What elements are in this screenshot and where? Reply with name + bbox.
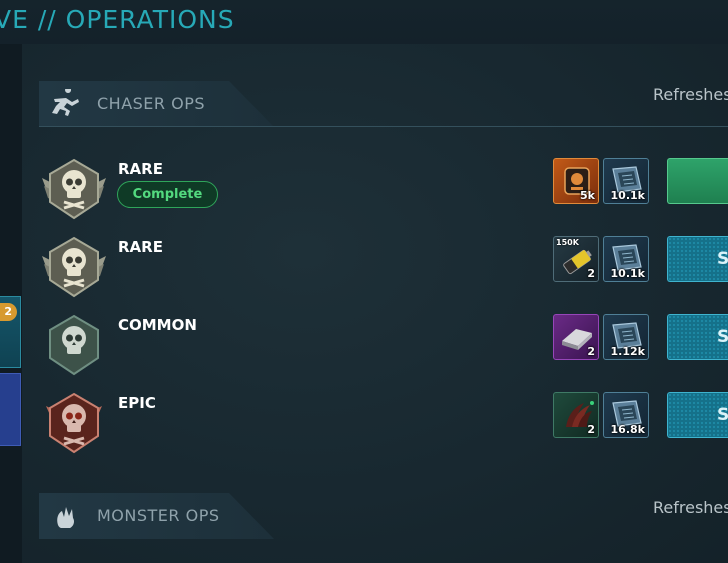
start-button[interactable]: S: [667, 236, 728, 282]
left-nav-tab[interactable]: [0, 373, 21, 446]
rarity-label: RARE: [118, 238, 163, 256]
action-button-label: S: [717, 327, 728, 347]
skull-medal-icon: [49, 314, 99, 376]
start-button[interactable]: S: [667, 392, 728, 438]
reward-quantity: 10.1k: [610, 267, 645, 280]
skull-medal-icon: [42, 158, 106, 220]
rarity-label: RARE: [118, 160, 163, 178]
start-button[interactable]: S: [667, 314, 728, 360]
runner-icon: [52, 89, 79, 116]
action-button-label: S: [717, 405, 728, 425]
page-title: VE // OPERATIONS: [0, 5, 235, 34]
operation-row[interactable]: RARE Complete 5k 10.1k: [40, 158, 728, 228]
refresh-timer-label: Refreshes: [653, 498, 728, 517]
skull-medal-icon: [42, 236, 106, 298]
reward-item[interactable]: 10.1k: [603, 158, 649, 204]
collect-button[interactable]: [667, 158, 728, 204]
reward-item[interactable]: 16.8k: [603, 392, 649, 438]
reward-quantity: 2: [587, 345, 595, 358]
section-header-chaser-ops: CHASER OPS Refreshes: [39, 81, 728, 127]
reward-quantity: 16.8k: [610, 423, 645, 436]
reward-item[interactable]: 2: [553, 314, 599, 360]
action-button-label: S: [717, 249, 728, 269]
reward-quantity: 2: [587, 267, 595, 280]
refresh-timer-label: Refreshes: [653, 85, 728, 104]
reward-top-label: 150K: [556, 238, 579, 247]
rarity-label: EPIC: [118, 394, 156, 412]
operation-row[interactable]: RARE 150K 2 10.1k S: [40, 236, 728, 306]
rarity-label: COMMON: [118, 316, 197, 334]
top-bar: VE // OPERATIONS: [0, 0, 728, 44]
reward-quantity: 10.1k: [610, 189, 645, 202]
monster-claw-icon: [57, 507, 74, 528]
operation-row[interactable]: COMMON 2 1.12k S: [40, 314, 728, 384]
reward-item[interactable]: 150K 2: [553, 236, 599, 282]
section-header-monster-ops: MONSTER OPS Refreshes: [39, 493, 728, 539]
reward-item[interactable]: 2: [553, 392, 599, 438]
section-title: CHASER OPS: [97, 94, 206, 113]
reward-item[interactable]: 10.1k: [603, 236, 649, 282]
reward-quantity: 5k: [580, 189, 595, 202]
section-title: MONSTER OPS: [97, 506, 220, 525]
reward-item[interactable]: 5k: [553, 158, 599, 204]
reward-item[interactable]: 1.12k: [603, 314, 649, 360]
reward-quantity: 1.12k: [610, 345, 645, 358]
section-divider: [39, 126, 728, 127]
operation-row[interactable]: EPIC 2 16.8k S: [40, 392, 728, 462]
reward-quantity: 2: [587, 423, 595, 436]
skull-medal-icon: [46, 392, 102, 454]
status-badge-complete: Complete: [117, 181, 218, 208]
